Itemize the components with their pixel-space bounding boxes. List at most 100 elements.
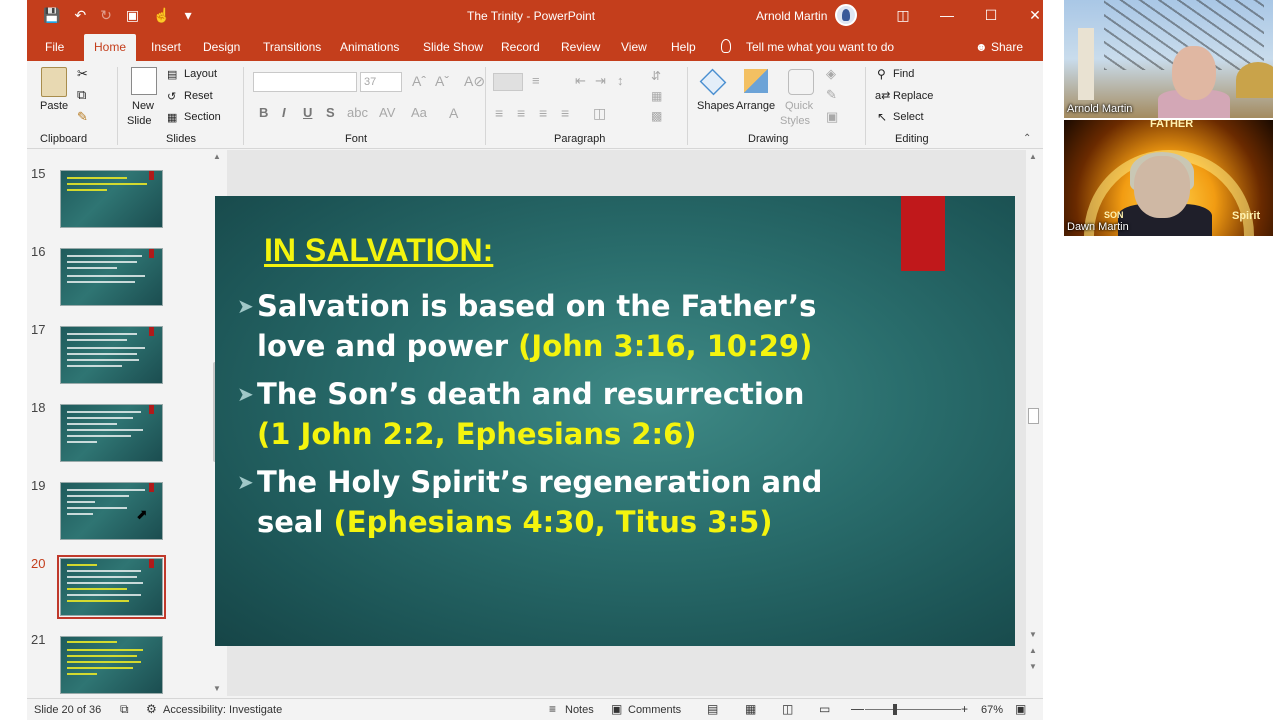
undo-icon[interactable]: ↶ bbox=[74, 7, 86, 23]
slide-bullet[interactable]: ➤ Salvation is based on the Father’s lov… bbox=[237, 286, 837, 366]
section-button[interactable]: Section bbox=[184, 111, 221, 123]
slide-thumbnail[interactable] bbox=[60, 170, 163, 228]
slideshow-view-icon[interactable]: ▭ bbox=[819, 702, 830, 716]
cut-icon[interactable]: ✂ bbox=[77, 66, 88, 82]
paste-button-label[interactable]: Paste bbox=[40, 100, 68, 112]
shapes-button[interactable]: Shapes bbox=[697, 100, 734, 112]
text-direction-icon[interactable]: ⇵ bbox=[651, 69, 661, 83]
zoom-in-icon[interactable]: + bbox=[961, 702, 968, 716]
align-text-icon[interactable]: ▦ bbox=[651, 89, 662, 103]
slide-thumbnail-current[interactable] bbox=[60, 558, 163, 616]
slide-thumbnail[interactable] bbox=[60, 636, 163, 694]
minimize-icon[interactable]: — bbox=[925, 5, 969, 25]
collapse-ribbon-icon[interactable]: ⌃ bbox=[1023, 133, 1031, 144]
slide-sorter-icon[interactable]: ▦ bbox=[745, 702, 756, 716]
accessibility-icon[interactable]: ⚙ bbox=[146, 702, 157, 716]
scroll-down-icon[interactable]: ▼ bbox=[213, 684, 221, 693]
layout-icon[interactable]: ▤ bbox=[167, 68, 177, 81]
italic-button[interactable]: I bbox=[282, 105, 286, 120]
columns-icon[interactable]: ◫ bbox=[593, 105, 606, 122]
line-spacing-icon[interactable]: ↕ bbox=[617, 73, 624, 88]
slide-thumbnail[interactable] bbox=[60, 248, 163, 306]
replace-button[interactable]: Replace bbox=[893, 90, 933, 102]
notes-icon[interactable]: ≡ bbox=[549, 702, 556, 716]
clear-format-icon[interactable]: A⊘ bbox=[464, 73, 485, 90]
notes-button[interactable]: Notes bbox=[565, 704, 594, 716]
change-case-icon[interactable]: Aa bbox=[411, 105, 427, 120]
previous-slide-icon[interactable]: ▲ bbox=[1029, 646, 1037, 655]
tab-insert[interactable]: Insert bbox=[151, 40, 181, 54]
tell-me-search[interactable]: Tell me what you want to do bbox=[746, 40, 894, 54]
find-icon[interactable]: ⚲ bbox=[877, 67, 886, 81]
replace-icon[interactable]: a⇄ bbox=[875, 89, 890, 102]
customize-qat-icon[interactable]: ▾ bbox=[185, 7, 192, 23]
section-icon[interactable]: ▦ bbox=[167, 111, 177, 124]
format-painter-icon[interactable]: ✎ bbox=[77, 109, 88, 125]
bold-button[interactable]: B bbox=[259, 105, 268, 120]
share-button[interactable]: ☻ Share bbox=[975, 40, 1023, 54]
arrange-icon[interactable] bbox=[744, 69, 768, 93]
zoom-out-icon[interactable]: — bbox=[851, 701, 864, 716]
find-button[interactable]: Find bbox=[893, 68, 914, 80]
save-icon[interactable]: 💾 bbox=[43, 7, 60, 23]
slide-heading[interactable]: IN SALVATION: bbox=[264, 232, 493, 269]
slide-thumbnail[interactable] bbox=[60, 404, 163, 462]
slide-thumbnail[interactable] bbox=[60, 326, 163, 384]
comments-icon[interactable]: ▣ bbox=[611, 702, 622, 716]
bullets-icon[interactable] bbox=[493, 73, 523, 91]
shadow-button[interactable]: S bbox=[326, 105, 335, 120]
justify-icon[interactable]: ≡ bbox=[561, 105, 569, 121]
touch-mode-icon[interactable]: ☝ bbox=[153, 7, 170, 23]
quick-styles-icon[interactable] bbox=[788, 69, 814, 95]
scroll-down-icon[interactable]: ▼ bbox=[1029, 630, 1037, 639]
present-icon[interactable]: ▣ bbox=[126, 7, 139, 23]
reset-button[interactable]: Reset bbox=[184, 90, 213, 102]
tab-file[interactable]: File bbox=[45, 40, 64, 54]
tab-design[interactable]: Design bbox=[203, 40, 240, 54]
increase-indent-icon[interactable]: ⇥ bbox=[595, 73, 606, 89]
font-name-combo[interactable] bbox=[253, 72, 357, 92]
grow-font-icon[interactable]: Aˆ bbox=[412, 73, 426, 89]
scrollbar-thumb[interactable] bbox=[1028, 408, 1039, 424]
quick-styles-label[interactable]: Quick bbox=[785, 100, 813, 112]
tab-transitions[interactable]: Transitions bbox=[263, 40, 321, 54]
paste-icon[interactable] bbox=[41, 67, 67, 97]
tab-view[interactable]: View bbox=[621, 40, 647, 54]
tab-help[interactable]: Help bbox=[671, 40, 696, 54]
shape-effects-icon[interactable]: ▣ bbox=[826, 109, 838, 125]
zoom-slider-track[interactable] bbox=[865, 709, 961, 710]
zoom-slider-thumb[interactable] bbox=[893, 704, 897, 715]
tab-review[interactable]: Review bbox=[561, 40, 600, 54]
strikethrough-icon[interactable]: abc bbox=[347, 105, 368, 120]
reset-icon[interactable]: ↺ bbox=[167, 90, 176, 103]
slide-bullet[interactable]: ➤ The Holy Spirit’s regeneration and sea… bbox=[237, 462, 837, 542]
underline-button[interactable]: U bbox=[303, 105, 312, 120]
font-color-icon[interactable]: A bbox=[449, 105, 458, 121]
select-icon[interactable]: ↖ bbox=[877, 110, 887, 124]
next-slide-icon[interactable]: ▼ bbox=[1029, 662, 1037, 671]
comments-button[interactable]: Comments bbox=[628, 704, 681, 716]
copy-icon[interactable]: ⧉ bbox=[77, 87, 86, 103]
ribbon-display-icon[interactable]: ◫ bbox=[881, 5, 925, 25]
arrange-button[interactable]: Arrange bbox=[736, 100, 775, 112]
shape-fill-icon[interactable]: ◈ bbox=[826, 66, 836, 82]
tab-home[interactable]: Home bbox=[84, 34, 137, 61]
align-left-icon[interactable]: ≡ bbox=[495, 105, 503, 121]
scroll-up-icon[interactable]: ▲ bbox=[1029, 152, 1037, 161]
tab-animations[interactable]: Animations bbox=[340, 40, 399, 54]
shape-outline-icon[interactable]: ✎ bbox=[826, 87, 837, 103]
reading-view-icon[interactable]: ◫ bbox=[782, 702, 793, 716]
accessibility-status[interactable]: Accessibility: Investigate bbox=[163, 704, 282, 716]
align-right-icon[interactable]: ≡ bbox=[539, 105, 547, 121]
font-size-combo[interactable]: 37 bbox=[360, 72, 402, 92]
slide-bullet[interactable]: ➤ The Son’s death and resurrection (1 Jo… bbox=[237, 374, 837, 454]
video-tile[interactable]: Arnold Martin bbox=[1064, 0, 1273, 118]
smartart-icon[interactable]: ▩ bbox=[651, 109, 662, 123]
numbering-icon[interactable]: ≡ bbox=[532, 73, 540, 88]
align-center-icon[interactable]: ≡ bbox=[517, 105, 525, 121]
account-name[interactable]: Arnold Martin bbox=[756, 9, 827, 23]
new-slide-icon[interactable] bbox=[131, 67, 157, 95]
spelling-icon[interactable]: ⧉ bbox=[120, 702, 129, 717]
video-tile[interactable]: FATHER SON Spirit Dawn Martin bbox=[1064, 120, 1273, 236]
decrease-indent-icon[interactable]: ⇤ bbox=[575, 73, 586, 89]
